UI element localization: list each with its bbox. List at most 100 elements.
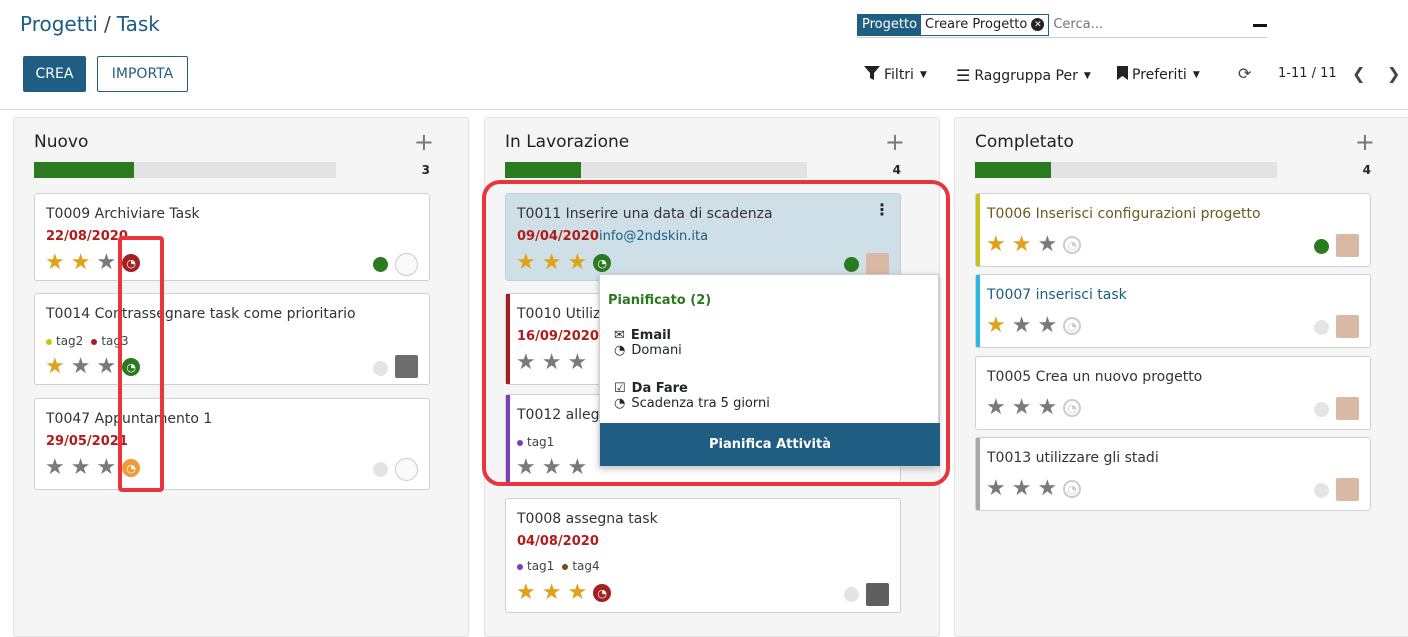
star-icon[interactable]: ★: [986, 397, 1006, 419]
column-progress-bar[interactable]: [975, 162, 1277, 178]
refresh-icon[interactable]: ⟳: [1238, 64, 1251, 83]
kanban-state-dot[interactable]: [373, 257, 388, 272]
caret-down-icon: ▼: [1083, 70, 1091, 81]
clock-icon[interactable]: ◔: [1063, 480, 1082, 498]
column-progress-bar[interactable]: [34, 162, 336, 178]
kanban-state-dot[interactable]: [373, 361, 388, 376]
favorites-label: Preferiti: [1132, 67, 1187, 83]
avatar: [1336, 234, 1359, 257]
avatar: [1336, 478, 1359, 501]
kanban-column-completato: Completato + 4 T0006 Inserisci configura…: [954, 117, 1408, 637]
kanban-state-dot[interactable]: [844, 587, 859, 602]
clock-icon[interactable]: ◔: [593, 584, 612, 602]
kanban-card[interactable]: T0006 Inserisci configurazioni progetto …: [975, 193, 1371, 267]
star-icon[interactable]: ★: [1012, 234, 1032, 256]
avatar: [1336, 315, 1359, 338]
search-bar: Progetto Creare Progetto ✕: [857, 12, 1267, 38]
card-title: T0008 assegna task: [517, 511, 658, 527]
card-deadline: 04/08/2020: [517, 534, 599, 549]
close-icon[interactable]: ✕: [1031, 18, 1045, 31]
star-icon[interactable]: ★: [1012, 478, 1032, 500]
kanban-card[interactable]: T0005 Crea un nuovo progetto ★ ★ ★ ◔: [975, 356, 1371, 430]
group-by-dropdown[interactable]: ☰ Raggruppa Per ▼: [956, 66, 1091, 85]
column-title: In Lavorazione: [505, 132, 630, 152]
list-icon: ☰: [956, 66, 971, 85]
star-icon[interactable]: ★: [986, 478, 1006, 500]
breadcrumb-task: Task: [116, 12, 160, 36]
star-icon[interactable]: ★: [96, 356, 116, 378]
bookmark-icon: [1117, 66, 1128, 84]
star-icon[interactable]: ★: [986, 234, 1006, 256]
search-input[interactable]: [1053, 17, 1204, 32]
tag: tag1: [517, 559, 554, 573]
facet-label: Progetto: [858, 14, 922, 35]
star-icon[interactable]: ★: [71, 252, 91, 274]
column-count: 3: [421, 163, 430, 177]
highlight-box: [482, 180, 950, 486]
star-icon[interactable]: ★: [1012, 397, 1032, 419]
card-title: T0014 Contrassegnare task come prioritar…: [46, 306, 356, 322]
star-icon[interactable]: ★: [986, 315, 1006, 337]
kanban-card[interactable]: T0007 inserisci task ★ ★ ★ ◔: [975, 274, 1371, 348]
favorites-dropdown[interactable]: Preferiti ▼: [1117, 66, 1200, 84]
column-count: 4: [892, 163, 901, 177]
star-icon[interactable]: ★: [516, 582, 536, 604]
create-button[interactable]: CREA: [23, 56, 86, 92]
star-icon[interactable]: ★: [45, 252, 65, 274]
star-icon[interactable]: ★: [1037, 478, 1057, 500]
plus-icon[interactable]: +: [414, 128, 434, 156]
control-panel: Progetti / Task CREA IMPORTA Progetto Crea…: [0, 0, 1408, 110]
star-icon[interactable]: ★: [542, 582, 562, 604]
kanban-state-dot[interactable]: [1314, 402, 1329, 417]
star-icon[interactable]: ★: [45, 356, 65, 378]
kanban-state-dot[interactable]: [1314, 483, 1329, 498]
priority-stars: ★ ★ ★ ◔: [516, 582, 612, 604]
kanban-card[interactable]: T0009 Archiviare Task 22/08/2020 ★ ★ ★ ◔: [34, 193, 430, 281]
star-icon[interactable]: ★: [96, 457, 116, 479]
kanban-card[interactable]: T0014 Contrassegnare task come prioritar…: [34, 293, 430, 385]
progress-fill: [34, 162, 134, 178]
color-stripe: [976, 438, 980, 510]
minus-icon[interactable]: [1253, 24, 1267, 27]
star-icon[interactable]: ★: [1012, 315, 1032, 337]
funnel-icon: [864, 66, 880, 84]
kanban-state-dot[interactable]: [1314, 320, 1329, 335]
plus-icon[interactable]: +: [1355, 128, 1375, 156]
pager-range[interactable]: 1-11 / 11: [1278, 66, 1337, 81]
star-icon[interactable]: ★: [1037, 397, 1057, 419]
card-tags: tag1 tag4: [517, 559, 600, 573]
kanban-card[interactable]: T0008 assegna task 04/08/2020 tag1 tag4 …: [505, 498, 901, 613]
chevron-right-icon[interactable]: ❯: [1387, 64, 1400, 83]
kanban-state-dot[interactable]: [373, 462, 388, 477]
column-title: Nuovo: [34, 132, 89, 152]
kanban-state-dot[interactable]: [1314, 239, 1329, 254]
filters-dropdown[interactable]: Filtri ▼: [864, 66, 927, 84]
progress-fill: [975, 162, 1051, 178]
search-facet: Progetto Creare Progetto ✕: [857, 13, 1050, 36]
star-icon[interactable]: ★: [71, 356, 91, 378]
breadcrumb-separator: /: [103, 12, 111, 36]
avatar: [866, 583, 889, 606]
import-button[interactable]: IMPORTA: [97, 56, 188, 92]
star-icon[interactable]: ★: [71, 457, 91, 479]
clock-icon[interactable]: ◔: [1063, 317, 1082, 335]
chevron-left-icon[interactable]: ❮: [1352, 64, 1365, 83]
camera-icon[interactable]: [395, 253, 418, 276]
plus-icon[interactable]: +: [885, 128, 905, 156]
star-icon[interactable]: ★: [1037, 315, 1057, 337]
star-icon[interactable]: ★: [45, 457, 65, 479]
star-icon[interactable]: ★: [96, 252, 116, 274]
clock-icon[interactable]: ◔: [1063, 399, 1082, 417]
camera-icon[interactable]: [395, 458, 418, 481]
priority-stars: ★ ★ ★ ◔: [986, 478, 1082, 500]
kanban-card[interactable]: T0047 Appuntamento 1 29/05/2021 ★ ★ ★ ◔: [34, 398, 430, 490]
caret-down-icon: ▼: [919, 70, 927, 80]
star-icon[interactable]: ★: [567, 582, 587, 604]
priority-stars: ★ ★ ★ ◔: [986, 397, 1082, 419]
column-progress-bar[interactable]: [505, 162, 807, 178]
breadcrumb: Progetti / Task: [20, 12, 160, 36]
clock-icon[interactable]: ◔: [1063, 236, 1082, 254]
kanban-card[interactable]: T0013 utilizzare gli stadi ★ ★ ★ ◔: [975, 437, 1371, 511]
star-icon[interactable]: ★: [1037, 234, 1057, 256]
breadcrumb-projects[interactable]: Progetti: [20, 12, 98, 36]
